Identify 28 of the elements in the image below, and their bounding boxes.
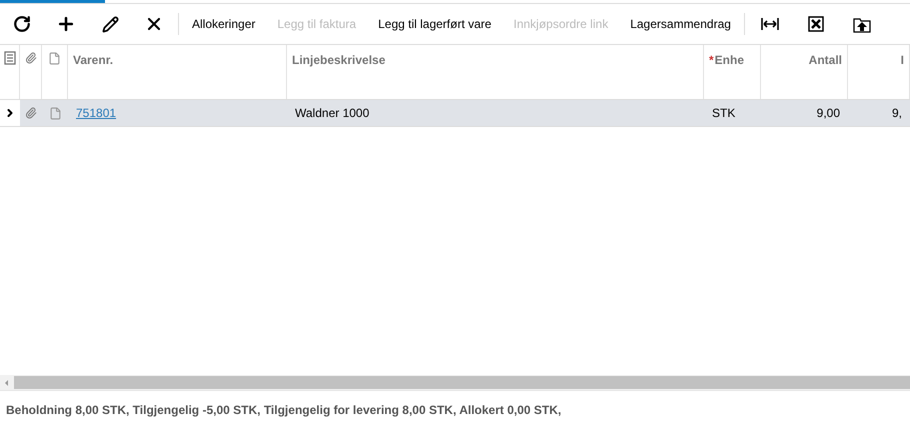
- table-cell-text: 9,: [892, 105, 902, 122]
- table-row[interactable]: 751801 Waldner 1000 STK 9,00 9,: [0, 100, 910, 127]
- list-icon: [4, 51, 16, 65]
- paperclip-icon: [25, 107, 37, 119]
- column-header[interactable]: I: [900, 51, 904, 69]
- refresh-icon: [13, 15, 31, 33]
- required-marker: *: [709, 52, 714, 69]
- horizontal-scrollbar[interactable]: [0, 375, 910, 390]
- upload-icon: [852, 16, 871, 32]
- document-icon: [48, 106, 62, 120]
- table-cell-text: STK: [712, 105, 736, 122]
- edit-icon: [102, 16, 118, 32]
- paperclip-icon: [24, 52, 36, 64]
- table-cell-text: Waldner 1000: [295, 105, 370, 122]
- table-cell-text: 9,00: [816, 105, 840, 122]
- toolbar-button[interactable]: Lagersammendrag: [619, 8, 742, 40]
- status-text: Beholdning 8,00 STK, Tilgjengelig -5,00 STK, Tilgjengelig for levering 8,00 STK, Allokert 0,00 STK,: [6, 402, 562, 418]
- toolbar-button[interactable]: Legg til lagerført vare: [367, 8, 502, 40]
- column-header[interactable]: Linjebeskrivelse: [292, 51, 386, 69]
- item-number-link[interactable]: 751801: [76, 104, 116, 122]
- toolbar-button[interactable]: Allokeringer: [181, 8, 266, 40]
- add-icon: [56, 14, 76, 34]
- column-header[interactable]: Enhe: [714, 51, 744, 69]
- fit-width-icon: [760, 18, 779, 30]
- excel-icon: [808, 16, 824, 32]
- column-header[interactable]: Antall: [808, 51, 842, 69]
- column-header[interactable]: Varenr.: [73, 51, 114, 69]
- document-icon: [48, 52, 61, 65]
